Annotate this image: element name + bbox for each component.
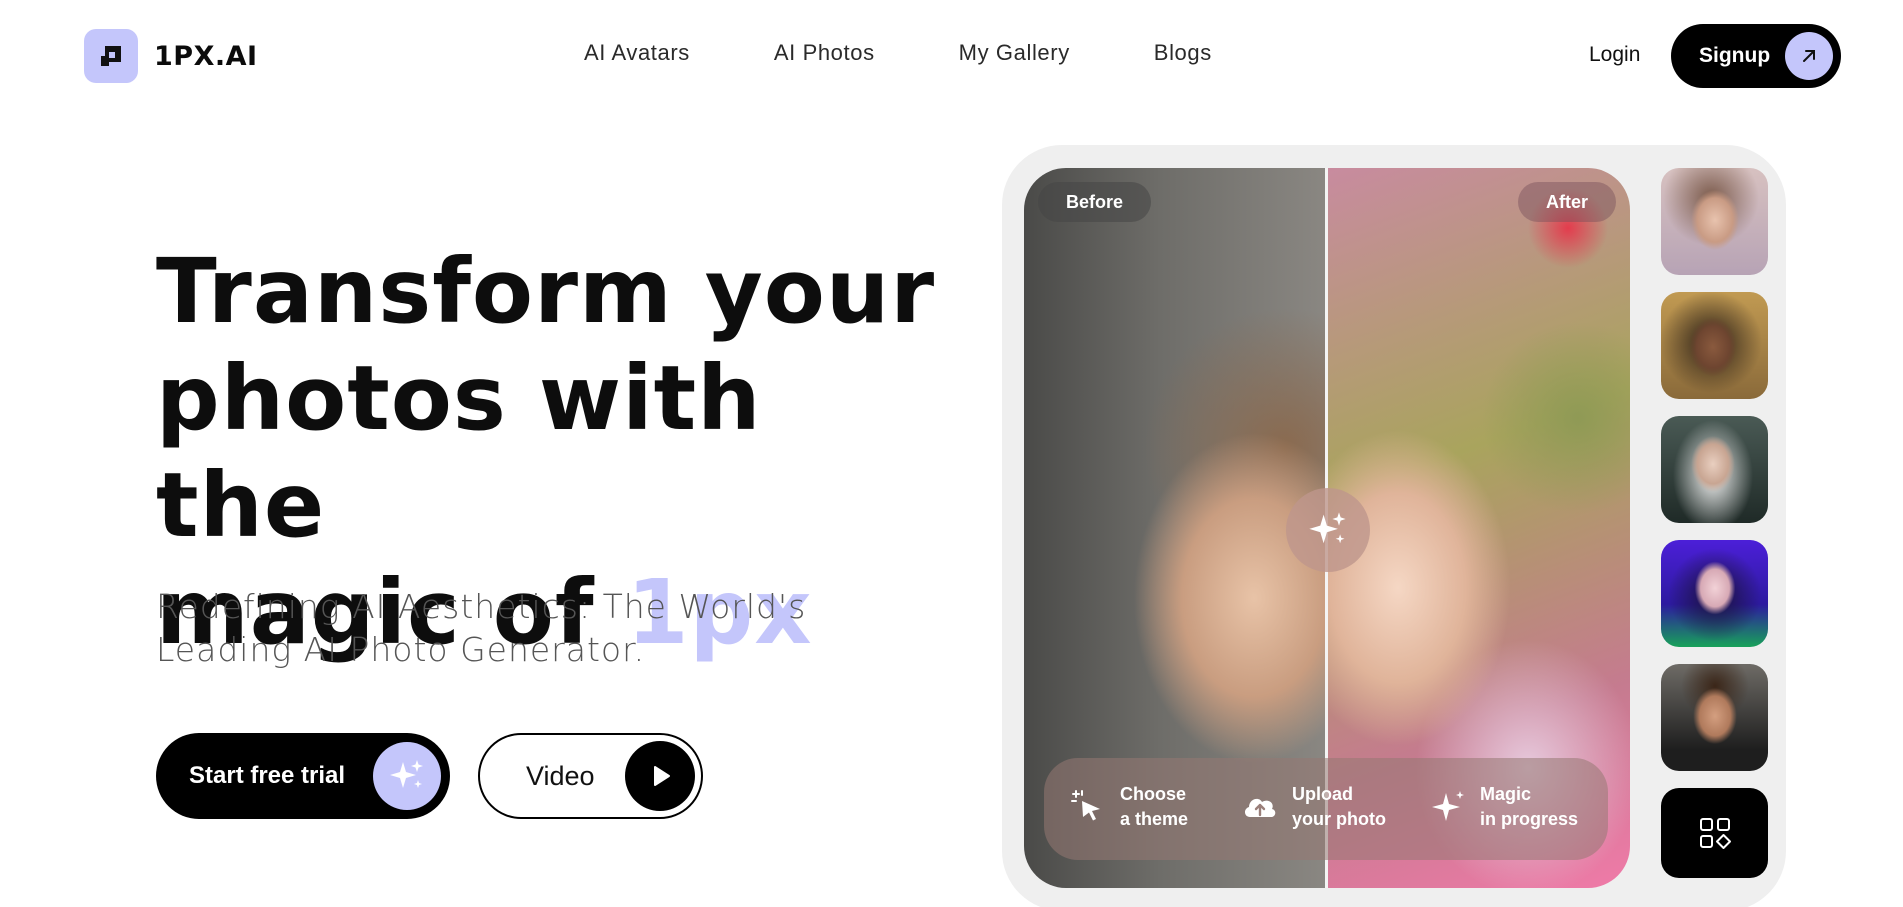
steps-bar: Choose a theme Upload your photo Magic i…: [1044, 758, 1608, 860]
step-1-line2: a theme: [1120, 809, 1189, 829]
style-thumbnail[interactable]: [1661, 416, 1768, 523]
logo[interactable]: 1PX.AI: [84, 29, 258, 83]
step-3-line1: Magic: [1480, 784, 1532, 804]
step-choose-theme: Choose a theme: [1068, 782, 1188, 832]
more-styles-button[interactable]: [1661, 788, 1768, 878]
cursor-sparkle-icon: [1071, 790, 1100, 821]
step-magic-progress: Magic in progress: [1428, 782, 1578, 832]
before-after-compare[interactable]: Before After Choose a theme Upload your …: [1024, 168, 1630, 888]
cloud-upload-icon: [1244, 798, 1276, 817]
hero-subtitle-line1: Redefining AI Aesthetics: The World's: [156, 587, 807, 626]
step-3-line2: in progress: [1480, 809, 1579, 829]
main-nav: AI Avatars AI Photos My Gallery Blogs: [584, 40, 1212, 66]
logo-mark-icon: [84, 29, 138, 83]
sparkle-icon: [373, 742, 441, 810]
style-thumbnail[interactable]: [1661, 540, 1768, 647]
start-free-trial-button[interactable]: Start free trial: [156, 733, 450, 819]
login-link[interactable]: Login: [1589, 43, 1640, 67]
sparkle-icon: [1309, 512, 1346, 544]
style-thumbnail[interactable]: [1661, 664, 1768, 771]
logo-text: 1PX.AI: [154, 40, 258, 72]
signup-button[interactable]: Signup: [1671, 24, 1841, 88]
compare-slider-handle[interactable]: [1286, 488, 1370, 572]
video-label: Video: [526, 760, 595, 791]
nav-ai-photos[interactable]: AI Photos: [774, 40, 875, 66]
hero-subtitle: Redefining AI Aesthetics: The World's Le…: [156, 585, 846, 671]
hero-title-line2: photos with the: [156, 346, 762, 557]
nav-blogs[interactable]: Blogs: [1154, 40, 1212, 66]
step-2-line1: Upload: [1292, 784, 1353, 804]
start-free-trial-label: Start free trial: [189, 762, 346, 789]
site-header: 1PX.AI AI Avatars AI Photos My Gallery B…: [0, 0, 1903, 112]
before-tag: Before: [1038, 182, 1152, 222]
style-thumbnail[interactable]: [1661, 292, 1768, 399]
hero-subtitle-line2: Leading AI Photo Generator.: [156, 630, 646, 669]
step-1-line1: Choose: [1120, 784, 1187, 804]
play-icon: [625, 741, 695, 811]
step-upload-photo: Upload your photo: [1240, 782, 1386, 832]
nav-my-gallery[interactable]: My Gallery: [959, 40, 1070, 66]
after-tag: After: [1517, 182, 1616, 222]
video-button[interactable]: Video: [478, 733, 703, 819]
style-thumbnail[interactable]: [1661, 168, 1768, 275]
sparkle-icon: [1432, 791, 1464, 821]
step-2-line2: your photo: [1292, 809, 1386, 829]
signup-label: Signup: [1699, 44, 1771, 67]
arrow-up-right-icon: [1785, 32, 1833, 80]
hero-title-line1: Transform your: [156, 239, 936, 343]
nav-ai-avatars[interactable]: AI Avatars: [584, 40, 690, 66]
grid-icon: [1699, 818, 1731, 849]
